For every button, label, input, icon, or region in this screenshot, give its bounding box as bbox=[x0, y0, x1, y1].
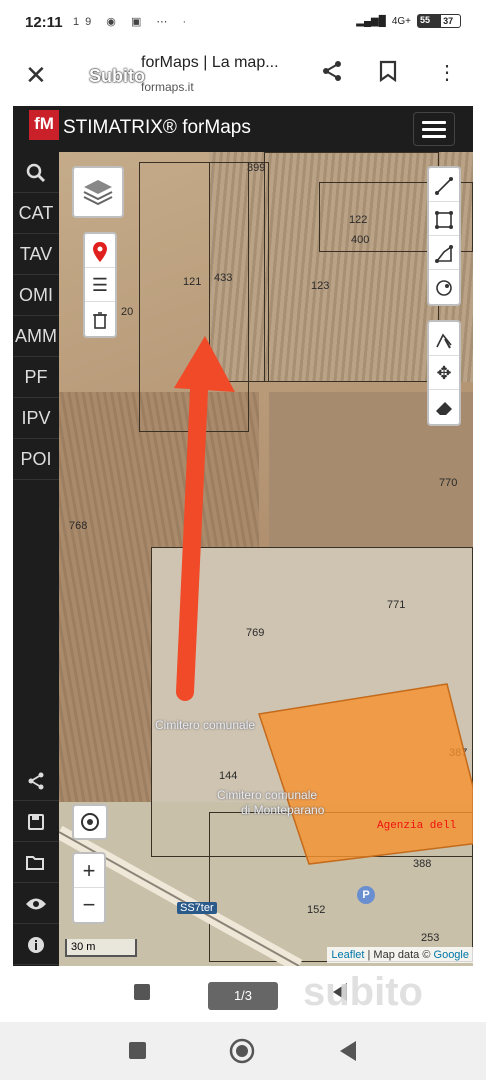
sidebar-item-cat[interactable]: CAT bbox=[13, 193, 59, 234]
open-folder-icon[interactable] bbox=[13, 842, 59, 883]
draw-rectangle-icon[interactable] bbox=[429, 202, 459, 236]
map-label-agency: Agenzia dell bbox=[377, 820, 457, 832]
sidebar-item-omi[interactable]: OMI bbox=[13, 275, 59, 316]
sidebar-item-ipv[interactable]: IPV bbox=[13, 398, 59, 439]
status-bar: 12:11 19 ◉ ▣ ⋯ · ▂▄▆█ 4G+ 55 37 bbox=[13, 0, 473, 42]
zoom-in-button[interactable]: + bbox=[74, 854, 104, 888]
locate-icon bbox=[81, 813, 99, 831]
eraser-icon[interactable] bbox=[429, 390, 459, 424]
page-url: formaps.it bbox=[141, 80, 194, 94]
subito-watermark: subito bbox=[303, 970, 423, 1014]
sidebar-item-amm[interactable]: AMM bbox=[13, 316, 59, 357]
red-arrow bbox=[174, 336, 235, 701]
map-label-cemetery-name: Cimitero comunale bbox=[217, 788, 318, 802]
locate-button[interactable] bbox=[72, 804, 108, 840]
sidebar-item-poi[interactable]: POI bbox=[13, 439, 59, 480]
signal-icon: ▂▄▆█ bbox=[356, 15, 386, 27]
eye-icon[interactable] bbox=[13, 883, 59, 924]
app-header: fM STIMATRIX® forMaps bbox=[13, 106, 473, 152]
scale-bar: 30 m bbox=[65, 939, 137, 957]
more-options-icon[interactable]: ⋮ bbox=[437, 60, 457, 85]
satellite-map[interactable]: 399 122 400 121 433 123 20 770 768 771 7… bbox=[59, 152, 473, 966]
attribution-text: | Map data © bbox=[364, 949, 434, 961]
edit-vertex-icon[interactable] bbox=[429, 322, 459, 356]
close-icon[interactable]: ✕ bbox=[25, 60, 47, 91]
app-brand: STIMATRIX® forMaps bbox=[63, 117, 251, 138]
google-link[interactable]: Google bbox=[434, 949, 469, 961]
map-marker-icon[interactable] bbox=[85, 234, 115, 268]
road-label: SS7ter bbox=[177, 902, 217, 914]
page-indicator: 1/3 bbox=[208, 982, 278, 1010]
battery-icon: 55 37 bbox=[417, 14, 461, 28]
draw-polygon-icon[interactable] bbox=[429, 236, 459, 270]
square-nav-icon[interactable] bbox=[134, 984, 150, 1000]
sidebar: CAT TAV OMI AMM PF IPV POI bbox=[13, 152, 59, 966]
app-logo: fM bbox=[29, 110, 59, 140]
status-right: ▂▄▆█ 4G+ 55 37 bbox=[356, 14, 461, 28]
share-icon[interactable] bbox=[321, 60, 343, 88]
layers-icon bbox=[83, 180, 113, 206]
draw-circle-icon[interactable] bbox=[429, 270, 459, 304]
hamburger-menu-button[interactable] bbox=[413, 112, 455, 146]
page-title: forMaps | La map... bbox=[141, 54, 279, 71]
image-viewer-bar: 1/3 subito bbox=[13, 966, 473, 1022]
parking-icon: P bbox=[357, 886, 375, 904]
draw-polyline-icon[interactable] bbox=[429, 168, 459, 202]
status-time: 12:11 bbox=[25, 14, 63, 31]
bookmark-icon[interactable] bbox=[379, 60, 397, 88]
back-button[interactable] bbox=[338, 1040, 358, 1062]
list-icon[interactable]: ☰ bbox=[85, 268, 115, 302]
map-label-cemetery: Cimitero comunale bbox=[155, 718, 256, 732]
layers-button[interactable] bbox=[72, 166, 124, 218]
marker-toolbar: ☰ bbox=[83, 232, 117, 338]
zoom-out-button[interactable]: − bbox=[74, 888, 104, 922]
recents-button[interactable] bbox=[129, 1042, 146, 1059]
sidebar-item-pf[interactable]: PF bbox=[13, 357, 59, 398]
info-icon[interactable] bbox=[13, 924, 59, 965]
notification-icons: 19 ◉ ▣ ⋯ · bbox=[73, 16, 193, 28]
sidebar-bottom-tools bbox=[13, 760, 59, 965]
sidebar-item-tav[interactable]: TAV bbox=[13, 234, 59, 275]
move-icon[interactable]: ✥ bbox=[429, 356, 459, 390]
draw-toolbar bbox=[427, 166, 461, 306]
trash-icon[interactable] bbox=[85, 302, 115, 336]
search-icon[interactable] bbox=[13, 152, 59, 193]
map-attribution: Leaflet | Map data © Google bbox=[327, 947, 473, 963]
subito-overlay-logo: Subito bbox=[89, 66, 145, 86]
home-button[interactable] bbox=[229, 1038, 255, 1064]
battery-extra: 37 bbox=[443, 16, 454, 26]
map-label-cemetery-town: di Monteparano bbox=[241, 803, 325, 817]
save-icon[interactable] bbox=[13, 801, 59, 842]
share-icon[interactable] bbox=[13, 760, 59, 801]
battery-level: 55 bbox=[418, 15, 442, 27]
system-navigation-bar bbox=[0, 1022, 486, 1080]
network-type: 4G+ bbox=[391, 15, 411, 27]
phone-screen: 12:11 19 ◉ ▣ ⋯ · ▂▄▆█ 4G+ 55 37 ✕ Subito… bbox=[13, 0, 473, 1022]
browser-toolbar: ✕ Subito forMaps | La map... formaps.it … bbox=[13, 42, 473, 106]
edit-toolbar: ✥ bbox=[427, 320, 461, 426]
zoom-control: + − bbox=[72, 852, 106, 924]
leaflet-link[interactable]: Leaflet bbox=[331, 949, 364, 961]
